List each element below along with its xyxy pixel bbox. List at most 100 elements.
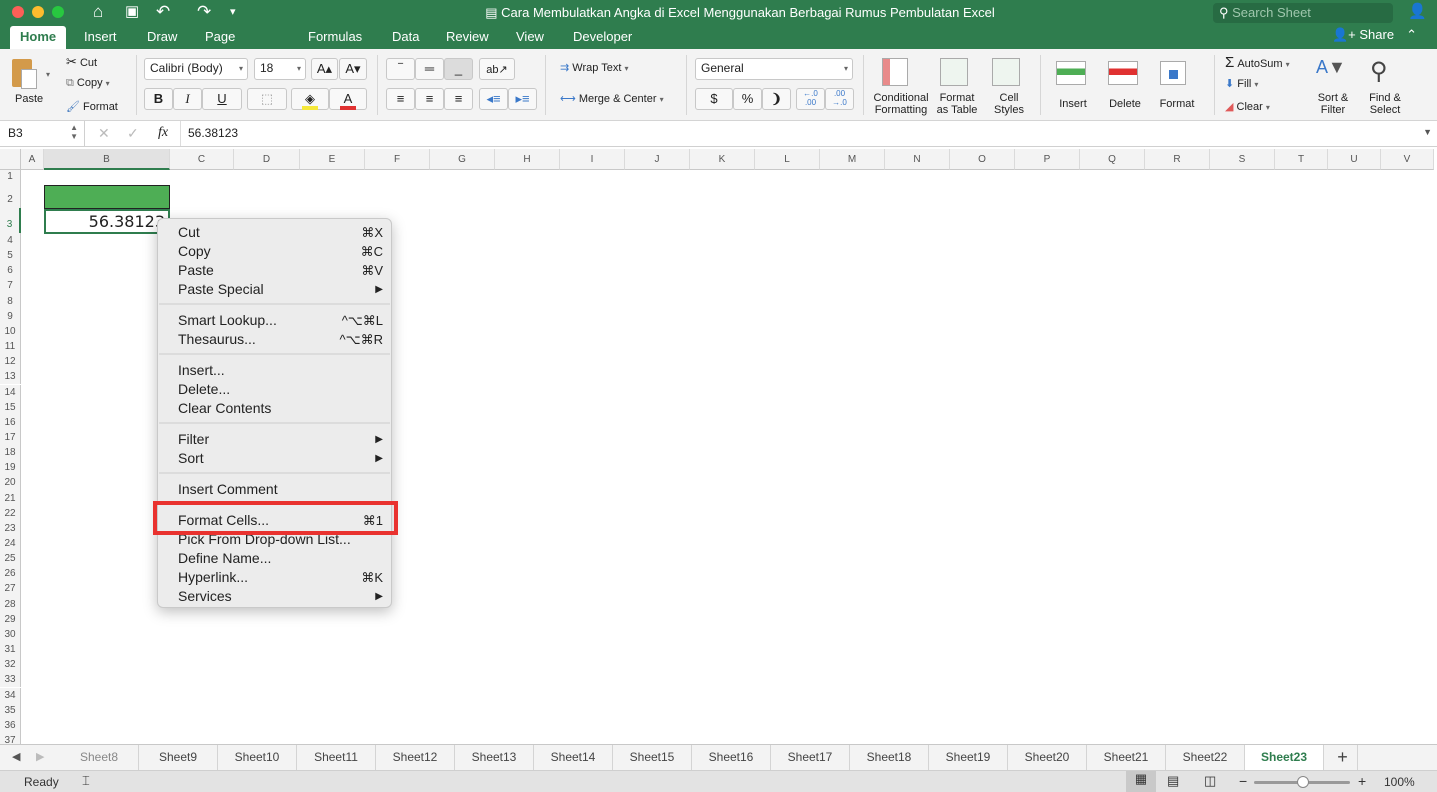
menu-item-filter[interactable]: Filter ▶ [178, 430, 383, 449]
sheet-tab-sheet15[interactable]: Sheet15 [613, 745, 692, 770]
row-header-9[interactable]: 9 [0, 308, 21, 324]
row-header-2[interactable]: 2 [0, 184, 21, 208]
page-layout-view-icon[interactable]: ▤ [1167, 773, 1179, 789]
row-header-28[interactable]: 28 [0, 596, 21, 612]
font-name-select[interactable]: Calibri (Body) ▾ [144, 58, 248, 80]
menu-item-insert-comment[interactable]: Insert Comment [178, 480, 378, 499]
align-top-button[interactable]: ‾ [386, 58, 415, 80]
menu-item-thesaurus[interactable]: Thesaurus... ^⌥⌘R [178, 330, 383, 349]
comma-style-button[interactable]: ❩ [762, 88, 791, 110]
expand-formula-icon[interactable]: ▼ [1423, 127, 1432, 137]
row-header-34[interactable]: 34 [0, 687, 21, 703]
sheet-tab-sheet21[interactable]: Sheet21 [1087, 745, 1166, 770]
increase-font-size-button[interactable]: A▴ [311, 58, 338, 80]
sheet-tab-sheet8[interactable]: Sheet8 [60, 745, 139, 770]
increase-indent-button[interactable]: ▸≡ [508, 88, 537, 110]
column-header-i[interactable]: I [560, 149, 625, 170]
row-header-32[interactable]: 32 [0, 657, 21, 673]
column-header-h[interactable]: H [495, 149, 560, 170]
font-size-select[interactable]: 18 ▾ [254, 58, 306, 80]
close-window-button[interactable] [12, 6, 24, 18]
row-header-4[interactable]: 4 [0, 233, 21, 249]
column-header-t[interactable]: T [1275, 149, 1328, 170]
merge-center-button[interactable]: ⟷ Merge & Center ▾ [560, 92, 664, 105]
underline-button[interactable]: U [202, 88, 242, 110]
column-header-m[interactable]: M [820, 149, 885, 170]
cell-styles-button[interactable]: Cell Styles [986, 55, 1032, 117]
cut-button[interactable]: ✂ Cut [66, 54, 97, 70]
sheet-tab-sheet18[interactable]: Sheet18 [850, 745, 929, 770]
row-header-16[interactable]: 16 [0, 414, 21, 430]
percent-button[interactable]: % [733, 88, 762, 110]
autosum-button[interactable]: Σ AutoSum ▾ [1225, 54, 1290, 71]
row-header-15[interactable]: 15 [0, 399, 21, 415]
row-header-13[interactable]: 13 [0, 369, 21, 385]
column-header-c[interactable]: C [170, 149, 234, 170]
column-header-p[interactable]: P [1015, 149, 1080, 170]
sheet-tab-sheet17[interactable]: Sheet17 [771, 745, 850, 770]
confirm-icon[interactable]: ✓ [127, 125, 139, 142]
menu-item-cut[interactable]: Cut ⌘X [178, 223, 383, 242]
column-header-o[interactable]: O [950, 149, 1015, 170]
row-header-19[interactable]: 19 [0, 460, 21, 476]
row-header-29[interactable]: 29 [0, 611, 21, 627]
share-button[interactable]: 👤+ Share ⌃ [1332, 27, 1417, 43]
conditional-formatting-button[interactable]: Conditional Formatting [870, 55, 932, 117]
sheet-tab-sheet16[interactable]: Sheet16 [692, 745, 771, 770]
row-header-10[interactable]: 10 [0, 323, 21, 340]
column-header-n[interactable]: N [885, 149, 950, 170]
accessibility-icon[interactable]: ⌶ [82, 773, 90, 789]
column-header-e[interactable]: E [300, 149, 365, 170]
menu-item-services[interactable]: Services ▶ [178, 587, 383, 606]
menu-item-smart-lookup[interactable]: Smart Lookup... ^⌥⌘L [178, 311, 383, 330]
sort-filter-button[interactable]: A▼ Sort & Filter [1310, 55, 1356, 117]
tab-developer[interactable]: Developer [563, 26, 642, 49]
tab-draw[interactable]: Draw [137, 26, 187, 49]
sheet-tab-sheet22[interactable]: Sheet22 [1166, 745, 1245, 770]
row-header-24[interactable]: 24 [0, 536, 21, 552]
sheet-tab-sheet23[interactable]: Sheet23 [1245, 745, 1324, 770]
row-header-27[interactable]: 27 [0, 581, 21, 597]
search-sheet-input[interactable]: ⚲ Search Sheet [1213, 3, 1393, 23]
column-header-s[interactable]: S [1210, 149, 1275, 170]
menu-item-copy[interactable]: Copy ⌘C [178, 242, 383, 261]
row-header-7[interactable]: 7 [0, 278, 21, 294]
row-header-22[interactable]: 22 [0, 505, 21, 521]
sheet-tab-sheet12[interactable]: Sheet12 [376, 745, 455, 770]
column-header-g[interactable]: G [430, 149, 495, 170]
sheet-tab-sheet20[interactable]: Sheet20 [1008, 745, 1087, 770]
comments-icon[interactable]: 👤 [1408, 3, 1427, 21]
find-select-button[interactable]: ⚲ Find & Select [1362, 55, 1408, 117]
row-header-26[interactable]: 26 [0, 566, 21, 582]
tab-view[interactable]: View [506, 26, 554, 49]
menu-item-sort[interactable]: Sort ▶ [178, 449, 383, 468]
sheet-tab-sheet9[interactable]: Sheet9 [139, 745, 218, 770]
column-header-v[interactable]: V [1381, 149, 1434, 170]
align-bottom-button[interactable]: _ [444, 58, 473, 80]
row-header-11[interactable]: 11 [0, 339, 21, 355]
previous-sheet-icon[interactable]: ◀ [12, 750, 20, 763]
format-painter-button[interactable]: 🖌 Format [66, 100, 118, 113]
add-sheet-button[interactable]: + [1328, 745, 1358, 770]
number-format-select[interactable]: General ▾ [695, 58, 853, 80]
sheet-tab-sheet11[interactable]: Sheet11 [297, 745, 376, 770]
align-right-button[interactable]: ≡ [444, 88, 473, 110]
format-as-table-button[interactable]: Format as Table [934, 55, 980, 117]
column-header-b[interactable]: B [44, 149, 170, 170]
zoom-slider[interactable] [1254, 776, 1350, 788]
tab-insert[interactable]: Insert [74, 26, 127, 49]
collapse-ribbon-icon[interactable]: ⌃ [1406, 27, 1417, 42]
row-header-23[interactable]: 23 [0, 520, 21, 536]
zoom-window-button[interactable] [52, 6, 64, 18]
undo-icon[interactable]: ↶ [156, 3, 170, 21]
next-sheet-icon[interactable]: ▶ [36, 750, 44, 763]
row-header-20[interactable]: 20 [0, 475, 21, 491]
row-header-25[interactable]: 25 [0, 551, 21, 567]
format-cells-button[interactable]: Format [1154, 55, 1200, 117]
selected-cell-b3[interactable]: 56.38123 [44, 209, 170, 234]
column-header-q[interactable]: Q [1080, 149, 1145, 170]
select-all-corner[interactable] [0, 149, 21, 170]
normal-view-icon[interactable]: ▦ [1126, 771, 1156, 792]
tab-formulas[interactable]: Formulas [298, 26, 372, 49]
column-header-d[interactable]: D [234, 149, 300, 170]
